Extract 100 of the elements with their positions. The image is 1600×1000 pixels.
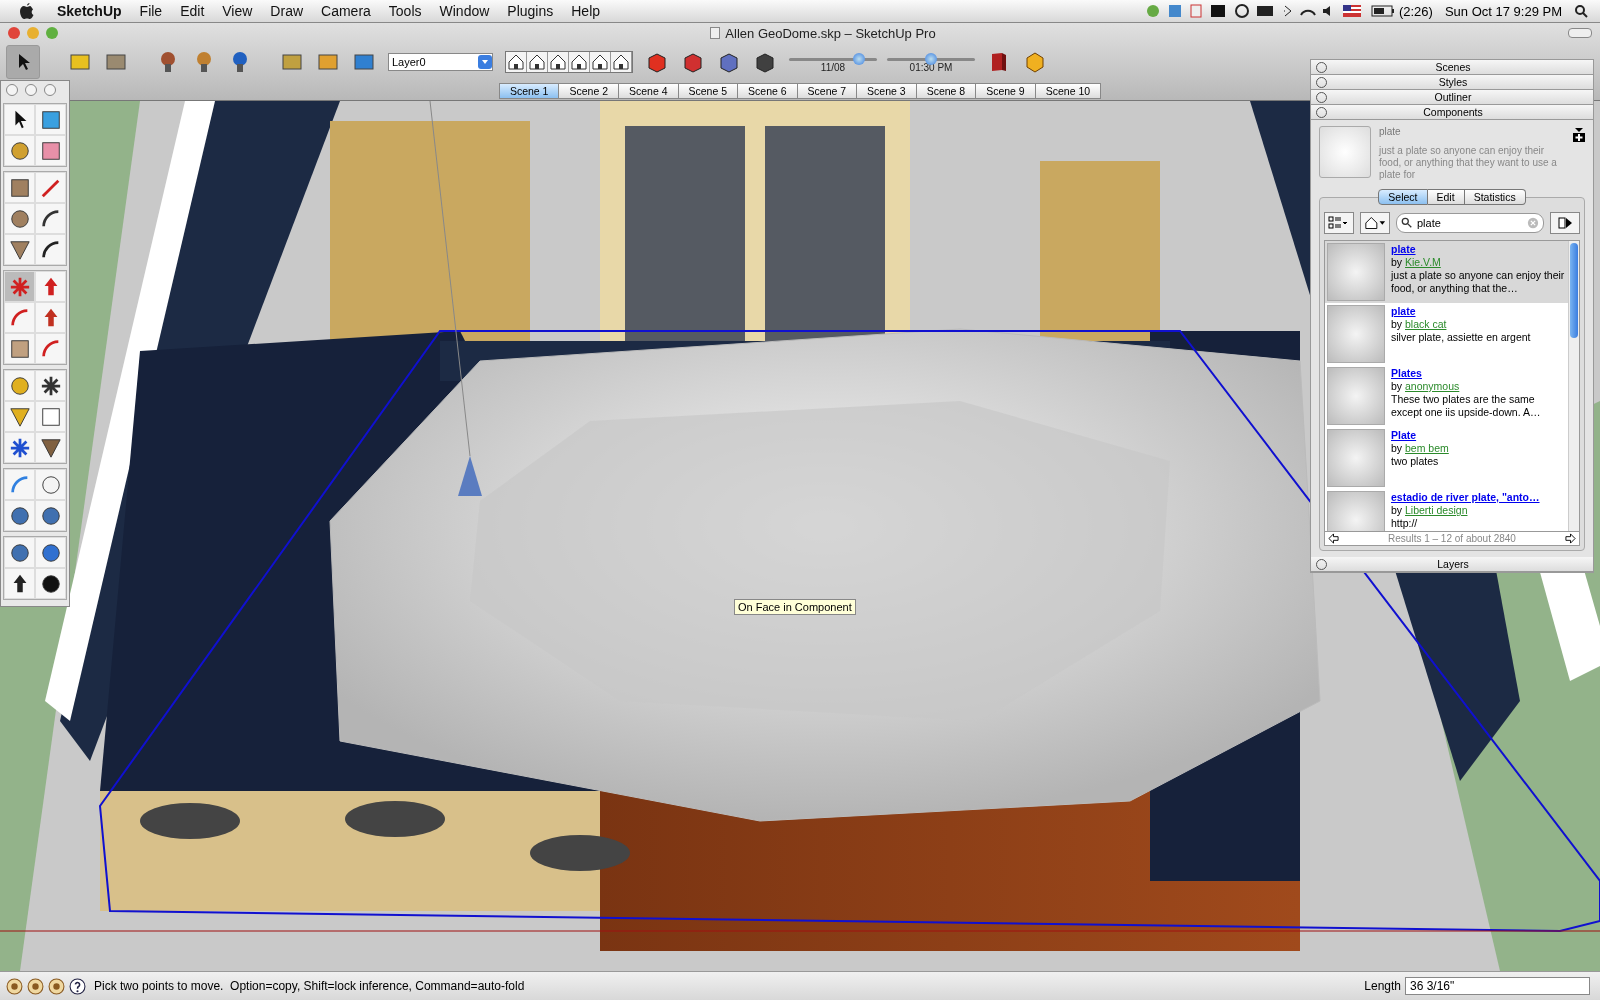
- house-icon[interactable]: [506, 52, 527, 72]
- panel-section-header[interactable]: Outliner: [1311, 90, 1593, 105]
- author-link[interactable]: anonymous: [1405, 380, 1460, 392]
- author-link[interactable]: black cat: [1405, 318, 1447, 330]
- house-icon[interactable]: [590, 52, 611, 72]
- thumbnail-image: [1327, 429, 1385, 487]
- scene-tab[interactable]: Scene 6: [738, 83, 798, 99]
- battery-time: (2:26): [1398, 3, 1433, 19]
- panel-tab[interactable]: Statistics: [1464, 189, 1526, 205]
- help-icon[interactable]: [69, 977, 86, 995]
- home-button[interactable]: [1360, 212, 1390, 234]
- status-message: Pick two points to move. Option=copy, Shift=lock inference, Command=auto-fold: [94, 979, 525, 993]
- caret-icon: [478, 55, 492, 69]
- thumbnail-image: [1327, 367, 1385, 425]
- battery-icon[interactable]: [1370, 5, 1395, 17]
- panel-section-header[interactable]: Scenes: [1311, 60, 1593, 75]
- scene-tab[interactable]: Scene 9: [976, 83, 1036, 99]
- result-item[interactable]: plate by Kie.V.M just a plate so anyone can enjoy their food, or anything that the…: [1325, 241, 1568, 303]
- menu-item[interactable]: File: [130, 3, 172, 19]
- author-link[interactable]: bem bem: [1405, 442, 1449, 454]
- house-icon[interactable]: [569, 52, 590, 72]
- menu-item[interactable]: Plugins: [498, 3, 563, 19]
- layer-dropdown[interactable]: Layer0: [388, 53, 493, 71]
- scene-tab[interactable]: Scene 2: [559, 83, 619, 99]
- tool-button[interactable]: [4, 500, 35, 531]
- house-icon[interactable]: [611, 52, 632, 72]
- scene-tab[interactable]: Scene 5: [678, 83, 739, 99]
- component-description: just a plate so anyone can enjoy their food, or anything that they want to use a plate for: [1379, 145, 1558, 181]
- panel-tab[interactable]: Select: [1378, 189, 1428, 205]
- result-item[interactable]: plate by black cat silver plate, assiette en argent: [1325, 303, 1568, 365]
- details-button[interactable]: [1550, 212, 1580, 234]
- tool-button[interactable]: [35, 500, 66, 531]
- result-item[interactable]: Plates by anonymous These two plates are the same except one iis upside-down. A…: [1325, 365, 1568, 427]
- scene-tab[interactable]: Scene 1: [498, 83, 560, 99]
- scene-tab[interactable]: Scene 7: [797, 83, 858, 99]
- slider-thumb[interactable]: [925, 52, 937, 65]
- tool-button[interactable]: [4, 537, 35, 568]
- search-icon[interactable]: [1574, 4, 1588, 18]
- thumbnail-image: [1327, 305, 1385, 363]
- tool-button[interactable]: [35, 537, 66, 568]
- menu-item[interactable]: Edit: [171, 3, 214, 19]
- select-tool-button[interactable]: [6, 45, 40, 79]
- status-icon[interactable]: [27, 977, 44, 995]
- toolbar-toggle-button[interactable]: [1568, 28, 1592, 38]
- menu-item[interactable]: View: [213, 3, 262, 19]
- tool-button[interactable]: [35, 432, 66, 463]
- menu-item[interactable]: Window: [430, 3, 499, 19]
- slider-thumb[interactable]: [853, 52, 866, 65]
- triangle-icon: [8, 238, 31, 261]
- result-title-link[interactable]: Plates: [1391, 367, 1566, 380]
- house-icon[interactable]: [527, 52, 548, 72]
- tool-button[interactable]: [4, 203, 35, 234]
- tool-button[interactable]: [35, 568, 66, 599]
- menu-item[interactable]: Tools: [379, 3, 431, 19]
- palette-zoom-button[interactable]: [44, 84, 56, 96]
- scene-tab[interactable]: Scene 10: [1035, 83, 1102, 99]
- menu-item[interactable]: Draw: [261, 3, 313, 19]
- menu-item[interactable]: Help: [562, 3, 610, 19]
- arrow-left-icon[interactable]: [1328, 533, 1339, 544]
- panel-section-header[interactable]: Styles: [1311, 75, 1593, 90]
- tool-button[interactable]: [4, 234, 35, 265]
- result-title-link[interactable]: estadio de river plate, "anto…: [1391, 491, 1540, 504]
- result-item[interactable]: Plate by bem bem two plates: [1325, 427, 1568, 489]
- author-link[interactable]: Liberti design: [1405, 504, 1468, 516]
- search-field[interactable]: plate: [1396, 213, 1544, 233]
- palette-minimize-button[interactable]: [25, 84, 37, 96]
- menu-clock[interactable]: Sun Oct 17 9:29 PM: [1444, 3, 1562, 19]
- status-icon[interactable]: [6, 977, 23, 995]
- panel-section-header[interactable]: Layers: [1311, 557, 1593, 572]
- panel-tab[interactable]: Edit: [1427, 189, 1465, 205]
- component-name: plate: [1379, 126, 1402, 137]
- panel-section-header[interactable]: Components: [1311, 105, 1593, 120]
- flag-icon[interactable]: [1342, 5, 1361, 17]
- expand-icon[interactable]: [1573, 126, 1585, 142]
- scrollbar[interactable]: [1568, 241, 1579, 531]
- scene-tab[interactable]: Scene 8: [916, 83, 977, 99]
- results-count: Results 1 – 12 of about 2840: [1387, 533, 1517, 544]
- apple-icon[interactable]: [20, 3, 34, 19]
- close-button[interactable]: [8, 27, 20, 39]
- tool-button[interactable]: [4, 568, 35, 599]
- tool-button[interactable]: [35, 234, 66, 265]
- tool-button[interactable]: [4, 432, 35, 463]
- tool-button[interactable]: [4, 104, 35, 135]
- result-item[interactable]: estadio de river plate, "anto… by Liberti design http://: [1325, 489, 1568, 531]
- result-title-link[interactable]: plate: [1391, 243, 1566, 256]
- house-icon[interactable]: [548, 52, 569, 72]
- status-icon[interactable]: [48, 977, 65, 995]
- tool-button[interactable]: [35, 370, 66, 401]
- list-icon: [1328, 216, 1350, 230]
- menu-item[interactable]: Camera: [312, 3, 380, 19]
- measurement-field[interactable]: 36 3/16": [1405, 977, 1590, 995]
- result-title-link[interactable]: Plate: [1391, 429, 1449, 442]
- scene-tab[interactable]: Scene 3: [857, 83, 917, 99]
- menu-item[interactable]: SketchUp: [48, 3, 131, 19]
- arrow-right-icon[interactable]: [1565, 533, 1576, 544]
- palette-close-button[interactable]: [6, 84, 18, 96]
- view-options-button[interactable]: [1324, 212, 1354, 234]
- scene-tab[interactable]: Scene 4: [619, 83, 679, 99]
- tool-button[interactable]: [35, 203, 66, 234]
- result-title-link[interactable]: plate: [1391, 305, 1531, 318]
